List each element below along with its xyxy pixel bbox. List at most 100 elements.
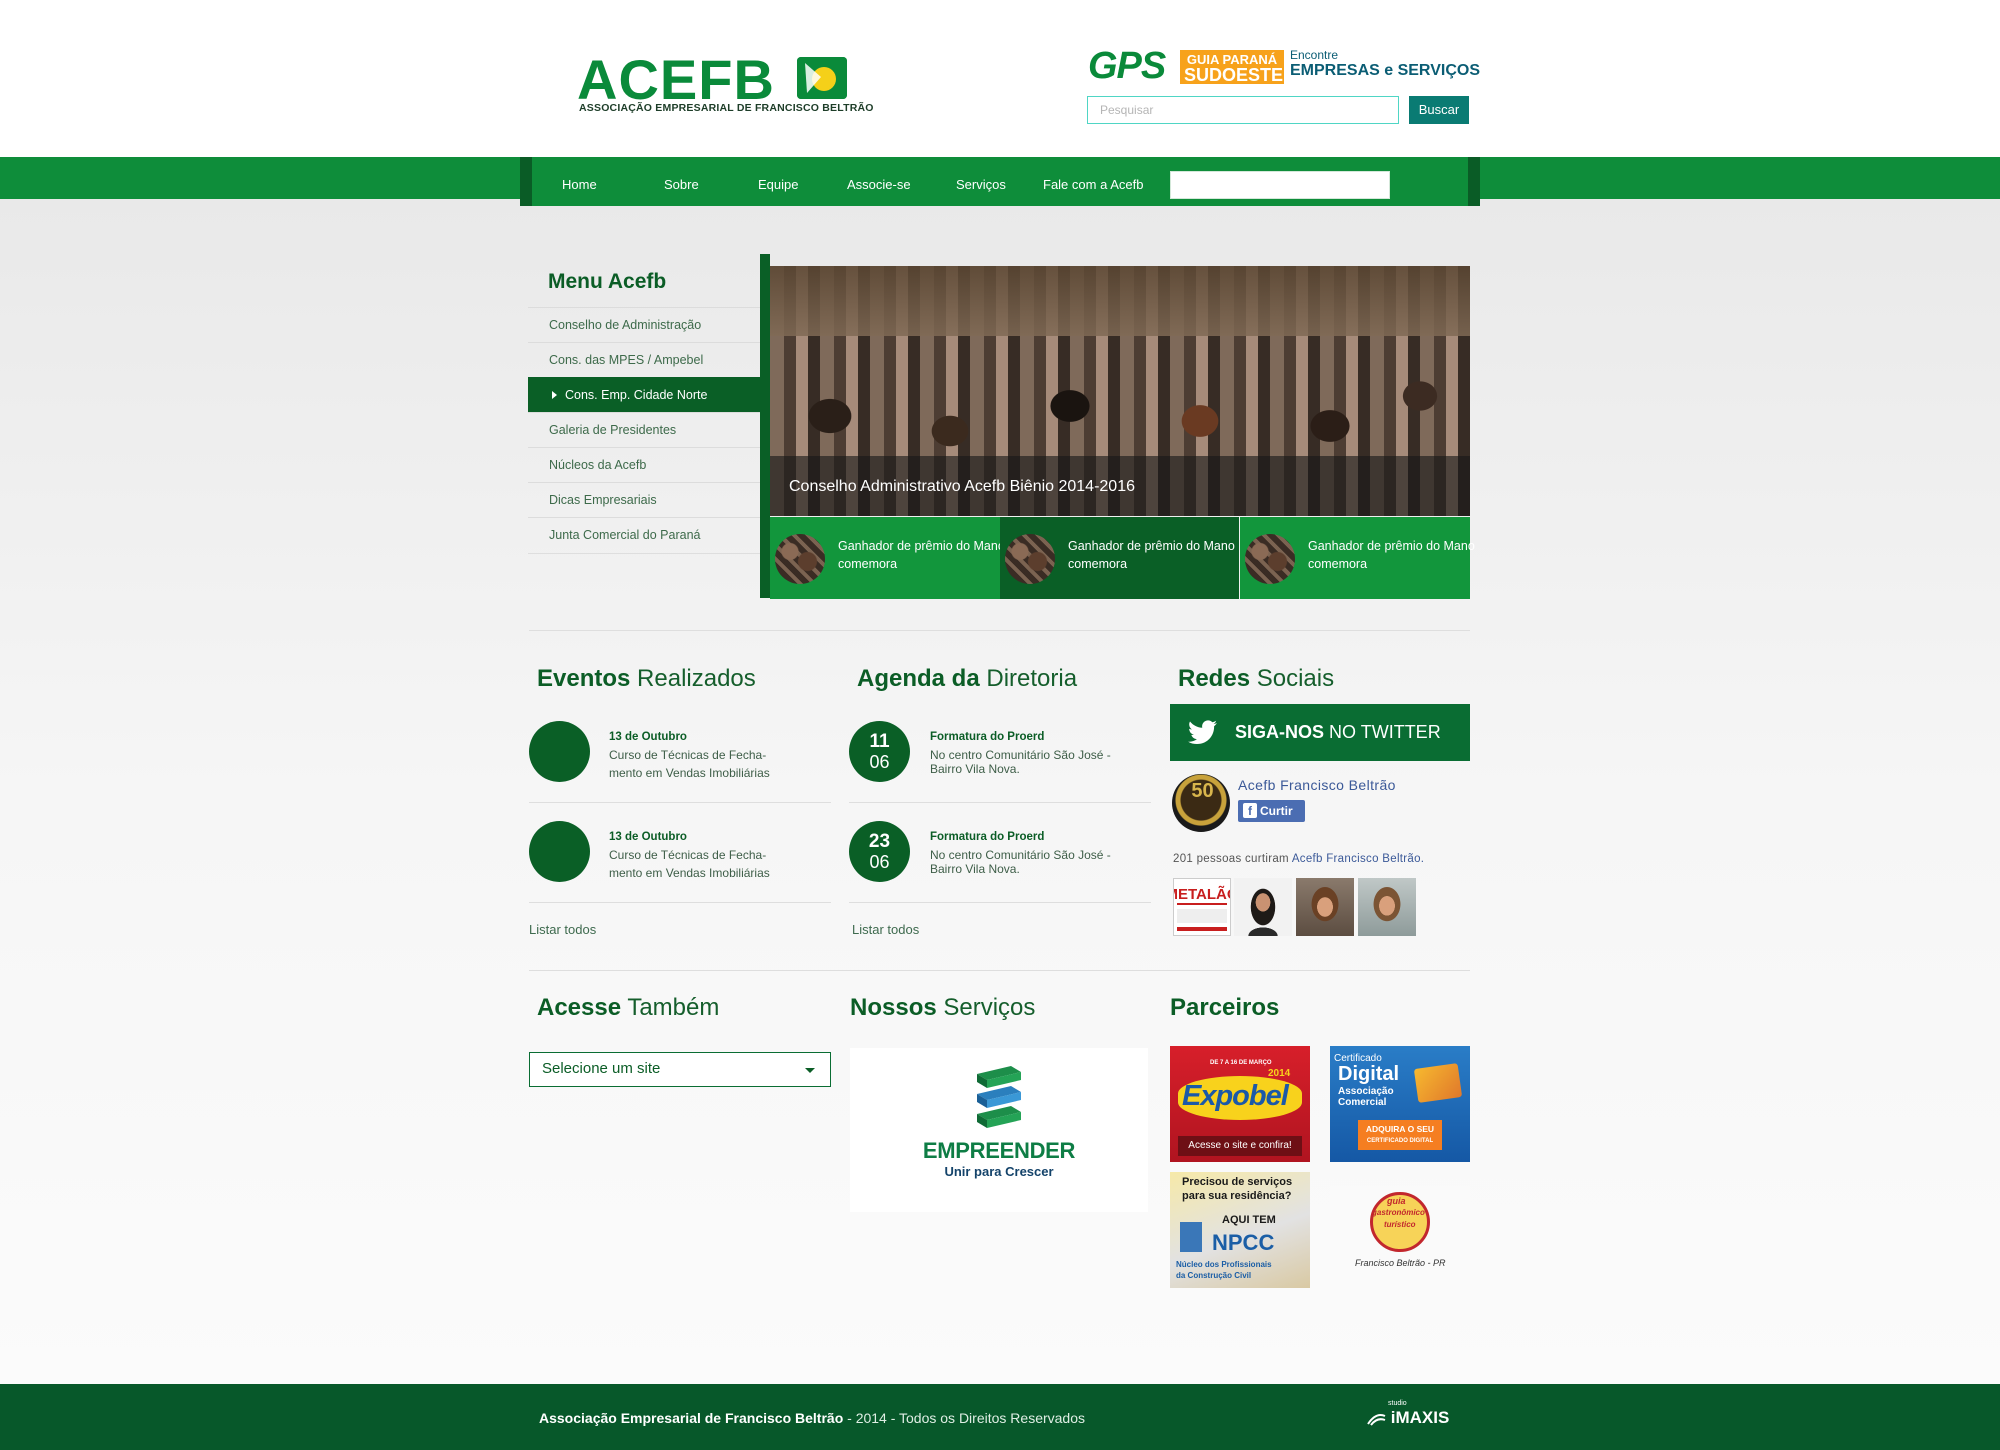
slider-thumb[interactable]: Ganhador de prêmio do Mano comemora: [770, 517, 1010, 599]
parceiros-title: Parceiros: [1170, 994, 1279, 1022]
partner-expobel-banner[interactable]: DE 7 A 16 DE MARÇO 2014 Expobel Acesse o…: [1170, 1046, 1310, 1162]
npcc-q1: Precisou de serviços: [1182, 1176, 1293, 1188]
event-date-circle: [529, 821, 590, 882]
agenda-day: 11: [869, 731, 890, 752]
footer-studio-logo[interactable]: studio iMAXIS: [1366, 1400, 1450, 1428]
redes-title-rest: Sociais: [1256, 665, 1335, 692]
guia-place: Francisco Beltrão - PR: [1355, 1258, 1446, 1268]
event-desc-line2: mento em Vendas Imobiliárias: [609, 766, 770, 780]
footer-studio-name: iMAXIS: [1390, 1408, 1450, 1427]
sidebar-item-mpes-ampebel[interactable]: Cons. das MPES / Ampebel: [528, 342, 762, 377]
slider-thumb-active[interactable]: Ganhador de prêmio do Mano comemora: [1000, 517, 1239, 599]
fb-count-link[interactable]: Acefb Francisco Beltrão.: [1292, 853, 1424, 865]
agenda-divider: [849, 802, 1151, 803]
slider-thumb[interactable]: Ganhador de prêmio do Mano comemora: [1240, 517, 1475, 599]
event-title[interactable]: 13 de Outubro: [609, 831, 687, 843]
event-desc-line2: mento em Vendas Imobiliárias: [609, 866, 770, 880]
twitter-bold: SIGA-NOS: [1235, 722, 1325, 742]
agenda-desc-line2: Bairro Vila Nova.: [930, 862, 1020, 876]
redes-title-bold: Redes: [1178, 665, 1251, 692]
nav-item-associe-se[interactable]: Associe-se: [847, 177, 911, 192]
logo-tagline: ASSOCIAÇÃO EMPRESARIAL DE FRANCISCO BELT…: [579, 102, 874, 114]
parceiros-title-text: Parceiros: [1170, 994, 1280, 1021]
logo-mark-icon: [797, 57, 847, 99]
logo-text: ACEFB: [577, 48, 775, 111]
fb-like-count: 201 pessoas curtiram Acefb Francisco Bel…: [1173, 853, 1424, 865]
guia-l3: turístico: [1384, 1220, 1416, 1229]
nav-item-servicos[interactable]: Serviços: [956, 177, 1006, 192]
acesse-title-bold: Acesse: [537, 994, 622, 1021]
agenda-title-item[interactable]: Formatura do Proerd: [930, 731, 1044, 743]
thumb-text: Ganhador de prêmio do Mano comemora: [1068, 539, 1235, 571]
event-divider: [529, 902, 831, 903]
guia-l1: guia: [1387, 1196, 1406, 1206]
fb-count-prefix: 201 pessoas curtiram: [1173, 853, 1289, 865]
navbar-left-edge: [520, 157, 532, 206]
acefb-logo[interactable]: ACEFB ASSOCIAÇÃO EMPRESARIAL DE FRANCISC…: [577, 52, 877, 122]
sidebar-item-junta-comercial[interactable]: Junta Comercial do Paraná: [528, 517, 762, 552]
twitter-bird-icon: [1188, 720, 1218, 744]
facebook-icon: f: [1243, 803, 1257, 818]
fb-avatar-text: 50: [1191, 780, 1214, 802]
fb-fan-avatar[interactable]: [1296, 878, 1354, 936]
sidebar-title: Menu Acefb: [548, 270, 667, 293]
footer-rights: - 2014 - Todos os Direitos Reservados: [843, 1410, 1085, 1426]
sidebar-item-galeria-presidentes[interactable]: Galeria de Presidentes: [528, 412, 762, 447]
eventos-list-all-link[interactable]: Listar todos: [529, 922, 596, 937]
nav-item-sobre[interactable]: Sobre: [664, 177, 699, 192]
nav-item-equipe[interactable]: Equipe: [758, 177, 798, 192]
search-input[interactable]: [1087, 96, 1399, 124]
cert-cta1: ADQUIRA O SEU: [1365, 1124, 1435, 1134]
partner-npcc-banner[interactable]: Precisou de serviços para sua residência…: [1170, 1172, 1310, 1288]
thumb-image: [1245, 534, 1295, 584]
event-title[interactable]: 13 de Outubro: [609, 731, 687, 743]
eventos-title-bold: Eventos: [537, 665, 631, 692]
gps-banner[interactable]: GPS GUIA PARANÁ SUDOESTE Encontre EMPRES…: [1088, 46, 1480, 86]
gps-empresas: EMPRESAS e SERVIÇOS: [1290, 62, 1480, 79]
sidebar-item-dicas[interactable]: Dicas Empresariais: [528, 482, 762, 517]
footer-org: Associação Empresarial de Francisco Belt…: [539, 1410, 844, 1426]
slider-caption[interactable]: Conselho Administrativo Acefb Biênio 201…: [789, 478, 1135, 496]
fb-fan-avatar[interactable]: [1234, 878, 1292, 936]
eventos-title: Eventos Realizados: [537, 665, 756, 693]
gps-guide-badge: GUIA PARANÁ SUDOESTE: [1180, 50, 1284, 84]
fb-page-name[interactable]: Acefb Francisco Beltrão: [1238, 777, 1396, 793]
npcc-sub2: da Construção Civil: [1176, 1271, 1252, 1280]
site-select[interactable]: Selecione um site: [529, 1052, 831, 1087]
npcc-name: NPCC: [1212, 1230, 1275, 1255]
agenda-title-item[interactable]: Formatura do Proerd: [930, 831, 1044, 843]
expobel-name: Expobel: [1182, 1080, 1289, 1112]
agenda-desc-line2: Bairro Vila Nova.: [930, 762, 1020, 776]
search-button[interactable]: Buscar: [1409, 96, 1469, 124]
section-divider: [529, 970, 1470, 971]
npcc-aqui-tem: AQUI TEM: [1222, 1214, 1276, 1226]
agenda-title: Agenda da Diretoria: [857, 665, 1077, 693]
agenda-title-rest: Diretoria: [986, 665, 1078, 692]
cert-line4: Comercial: [1338, 1097, 1387, 1108]
fb-fan-avatar[interactable]: [1358, 878, 1416, 936]
redes-title: Redes Sociais: [1178, 665, 1334, 693]
event-date-circle: [529, 721, 590, 782]
acesse-title: Acesse Também: [537, 994, 719, 1022]
eventos-title-rest: Realizados: [637, 665, 756, 692]
cert-cta: ADQUIRA O SEU CERTIFICADO DIGITAL: [1358, 1120, 1442, 1150]
sidebar-item-conselho-administracao[interactable]: Conselho de Administração: [528, 307, 762, 342]
navbar-right-edge: [1468, 157, 1480, 206]
event-desc-line1: Curso de Técnicas de Fecha-: [609, 748, 767, 762]
servicos-title: Nossos Serviços: [850, 994, 1035, 1022]
partner-guia-gastronomico-banner[interactable]: guia gastronômico turístico Francisco Be…: [1330, 1186, 1470, 1286]
agenda-date-circle: 23 06: [849, 821, 910, 882]
nav-search-input[interactable]: [1170, 171, 1390, 199]
sidebar-item-cidade-norte[interactable]: Cons. Emp. Cidade Norte: [528, 377, 762, 412]
empreender-banner[interactable]: EMPREENDER Unir para Crescer: [850, 1048, 1148, 1212]
fb-fan-avatar[interactable]: METALÃO: [1165, 878, 1239, 936]
sidebar-item-nucleos[interactable]: Núcleos da Acefb: [528, 447, 762, 482]
partner-certificado-digital-banner[interactable]: Certificado Digital Associação Comercial…: [1330, 1046, 1470, 1162]
cert-cta2: CERTIFICADO DIGITAL: [1366, 1138, 1434, 1144]
nav-item-home[interactable]: Home: [562, 177, 597, 192]
expobel-year: 2014: [1268, 1068, 1291, 1079]
guia-l2: gastronômico: [1372, 1208, 1425, 1217]
agenda-date-circle: 11 06: [849, 721, 910, 782]
nav-item-fale-conosco[interactable]: Fale com a Acefb: [1043, 177, 1143, 192]
agenda-list-all-link[interactable]: Listar todos: [852, 922, 919, 937]
